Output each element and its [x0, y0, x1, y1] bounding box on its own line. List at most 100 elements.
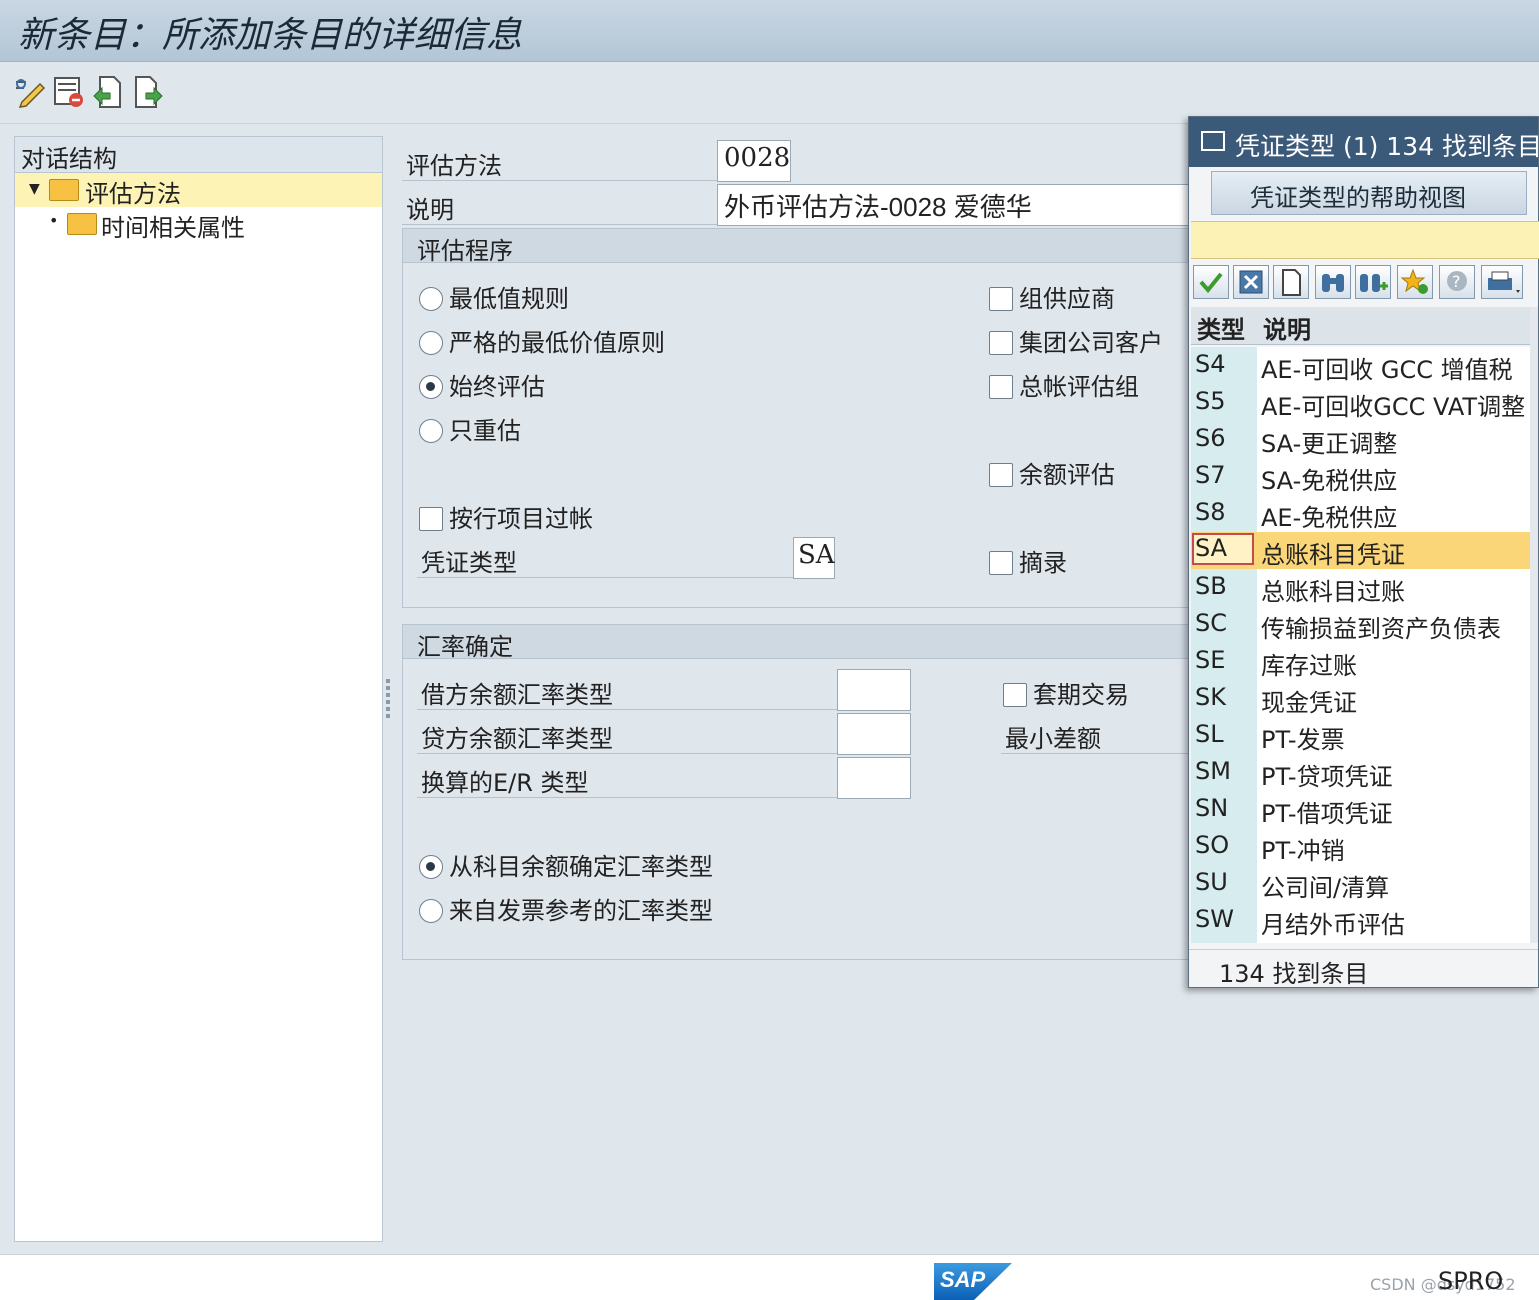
sap-logo: SAP — [934, 1263, 1012, 1300]
list-row[interactable]: SC 传输损益到资产负债表 — [1191, 606, 1530, 643]
print-icon[interactable] — [1481, 265, 1523, 299]
column-type[interactable]: 类型 — [1197, 310, 1245, 345]
document-type-code: SB — [1195, 572, 1227, 600]
min-difference-label: 最小差额 — [1005, 725, 1101, 753]
list-row[interactable]: SN PT-借项凭证 — [1191, 791, 1530, 828]
popup-title-bar[interactable]: 凭证类型 (1) 134 找到条目 — [1189, 117, 1538, 167]
document-type-code: S8 — [1195, 498, 1226, 526]
radio-rate-from-invoice[interactable]: 来自发票参考的汇率类型 — [419, 891, 713, 925]
find-next-icon[interactable] — [1355, 265, 1391, 299]
document-type-description: 现金凭证 — [1261, 689, 1357, 717]
document-type-description: 传输损益到资产负债表 — [1261, 615, 1501, 643]
conversion-rate-type-label: 换算的E/R 类型 — [421, 769, 589, 797]
new-doc-icon[interactable] — [1273, 265, 1309, 299]
description-field[interactable]: 外币评估方法-0028 爱德华 — [717, 184, 1197, 226]
tab-help-view[interactable]: 凭证类型的帮助视图 — [1211, 171, 1527, 215]
document-type-code: SK — [1195, 683, 1226, 711]
result-list: S4 AE-可回收 GCC 增值税 S5 AE-可回收GCC VAT调整 S6 SA-更正… — [1191, 347, 1530, 943]
checkbox-gl-valuation-group[interactable]: 总帐评估组 — [989, 367, 1139, 401]
checkbox-balance-valuation[interactable]: 余额评估 — [989, 455, 1115, 489]
find-icon[interactable] — [1315, 265, 1351, 299]
debit-rate-type-field[interactable] — [837, 669, 911, 711]
document-type-code: SE — [1195, 646, 1226, 674]
list-row[interactable]: SL PT-发票 — [1191, 717, 1530, 754]
display-change-icon[interactable] — [12, 74, 48, 110]
tree-item-label: 时间相关属性 — [101, 214, 245, 242]
document-type-description: AE-免税供应 — [1261, 504, 1398, 532]
checkbox-hedge[interactable]: 套期交易 — [1003, 675, 1129, 709]
group-title: 评估程序 — [403, 229, 1201, 265]
document-type-description: 总账科目过账 — [1261, 578, 1405, 606]
radio-rate-from-account-balance[interactable]: 从科目余额确定汇率类型 — [419, 847, 713, 881]
checkbox-extract[interactable]: 摘录 — [989, 543, 1067, 577]
title-bar: 新条目：所添加条目的详细信息 — [0, 0, 1539, 62]
document-type-code: SW — [1195, 905, 1234, 933]
popup-title: 凭证类型 (1) 134 找到条目 — [1235, 132, 1538, 161]
conversion-rate-type-field[interactable] — [837, 757, 911, 799]
ok-check-icon[interactable] — [1193, 265, 1229, 299]
document-type-code: SU — [1195, 868, 1228, 896]
document-type-description: 月结外币评估 — [1261, 911, 1405, 939]
delete-entry-icon[interactable] — [52, 74, 88, 110]
document-type-description: PT-发票 — [1261, 726, 1345, 754]
radio-always-evaluate[interactable]: 始终评估 — [419, 367, 545, 401]
list-row[interactable]: S4 AE-可回收 GCC 增值税 — [1191, 347, 1530, 384]
list-row[interactable]: SO PT-冲销 — [1191, 828, 1530, 865]
list-row[interactable]: S8 AE-免税供应 — [1191, 495, 1530, 532]
checkbox-group-customer[interactable]: 集团公司客户 — [989, 323, 1163, 357]
debit-rate-type-label: 借方余额汇率类型 — [421, 681, 613, 709]
document-type-code: S5 — [1195, 387, 1226, 415]
checkbox-vendor-group[interactable]: 组供应商 — [989, 279, 1115, 313]
list-row[interactable]: S6 SA-更正调整 — [1191, 421, 1530, 458]
list-scrollbar[interactable] — [1530, 307, 1538, 943]
radio-strict-lowest-value[interactable]: 严格的最低价值原则 — [419, 323, 665, 357]
document-type-code: SN — [1195, 794, 1229, 822]
tree-item-time-attributes[interactable]: • 时间相关属性 — [15, 207, 382, 242]
help-icon[interactable]: ? — [1439, 265, 1475, 299]
folder-icon — [67, 213, 97, 235]
next-entry-icon[interactable] — [130, 74, 166, 110]
list-row[interactable]: SU 公司间/清算 — [1191, 865, 1530, 902]
document-type-description: AE-可回收 GCC 增值税 — [1261, 356, 1513, 384]
list-row[interactable]: S5 AE-可回收GCC VAT调整 — [1191, 384, 1530, 421]
cancel-icon[interactable] — [1233, 265, 1269, 299]
popup-status: 134 找到条目 — [1189, 949, 1538, 989]
radio-revalue-only[interactable]: 只重估 — [419, 411, 521, 445]
window-title: 新条目：所添加条目的详细信息 — [18, 15, 523, 56]
document-type-description: SA-更正调整 — [1261, 430, 1398, 458]
list-row[interactable]: SW 月结外币评估 — [1191, 902, 1530, 939]
credit-rate-type-field[interactable] — [837, 713, 911, 755]
expand-arrow-icon[interactable]: ▼ — [29, 181, 40, 197]
list-row[interactable]: SM PT-贷项凭证 — [1191, 754, 1530, 791]
list-row[interactable]: SE 库存过账 — [1191, 643, 1530, 680]
document-type-field[interactable]: SA — [793, 537, 835, 579]
list-header: 类型 说明 — [1191, 307, 1530, 345]
checkbox-post-per-line-item[interactable]: 按行项目过帐 — [419, 499, 593, 533]
list-row[interactable]: SK 现金凭证 — [1191, 680, 1530, 717]
open-folder-icon — [49, 179, 79, 201]
restrictions-bar[interactable] — [1191, 221, 1539, 259]
splitter-handle[interactable] — [384, 676, 392, 736]
document-type-value-help: 凭证类型 (1) 134 找到条目 凭证类型的帮助视图 ? 类型 说明 S4 A… — [1188, 116, 1539, 988]
list-row[interactable]: S7 SA-免税供应 — [1191, 458, 1530, 495]
list-row[interactable]: SA 总账科目凭证 — [1191, 532, 1530, 569]
status-bar: SAP CSDN @dsyd1752 SPRO — [0, 1254, 1539, 1300]
favorite-add-icon[interactable] — [1397, 265, 1433, 299]
method-field[interactable]: 0028 — [717, 140, 791, 182]
tree-header: 对话结构 — [15, 137, 382, 173]
list-row[interactable]: SB 总账科目过账 — [1191, 569, 1530, 606]
popup-toolbar: ? — [1191, 263, 1539, 301]
previous-entry-icon[interactable] — [90, 74, 126, 110]
method-label: 评估方法 — [406, 152, 502, 180]
column-description[interactable]: 说明 — [1263, 310, 1311, 345]
document-type-description: PT-冲销 — [1261, 837, 1345, 865]
radio-lowest-value[interactable]: 最低值规则 — [419, 279, 569, 313]
valuation-procedure-group: 评估程序 最低值规则 严格的最低价值原则 始终评估 只重估 组供应商 集团公司客… — [402, 228, 1202, 608]
document-type-code: SA — [1192, 533, 1254, 565]
exchange-rate-group: 汇率确定 借方余额汇率类型 贷方余额汇率类型 换算的E/R 类型 套期交易 最小… — [402, 624, 1202, 960]
tree-item-valuation-method[interactable]: ▼ 评估方法 — [15, 173, 382, 208]
document-type-code: S6 — [1195, 424, 1226, 452]
application-toolbar — [0, 62, 1539, 124]
description-label: 说明 — [406, 196, 454, 224]
transaction-code[interactable]: SPRO — [1438, 1267, 1503, 1295]
